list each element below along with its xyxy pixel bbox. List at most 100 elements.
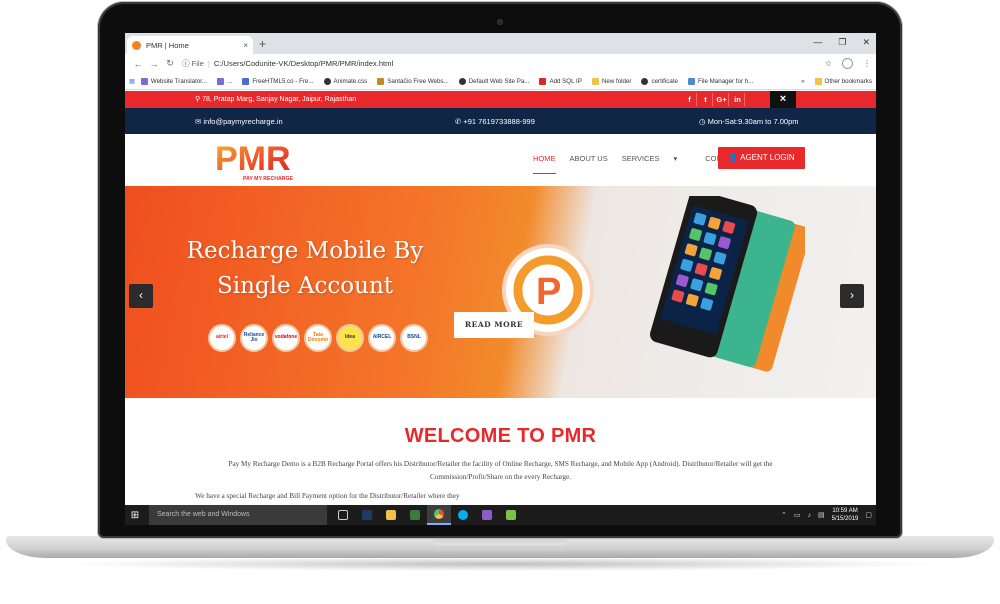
- bookmark-item[interactable]: FreeHTML5.co - Fre...: [242, 77, 314, 85]
- phone-text[interactable]: ✆ +91 7619733888-999: [455, 117, 535, 126]
- pmr-logo[interactable]: PMR PAY MY RECHARGE: [213, 137, 313, 183]
- bookmark-icon: [641, 77, 649, 85]
- back-icon[interactable]: ←: [130, 59, 146, 69]
- hours-text: ◷ Mon-Sat:9.30am to 7.00pm: [699, 117, 799, 126]
- laptop-shadow: [60, 557, 940, 571]
- volume-icon[interactable]: ♪: [808, 512, 812, 519]
- email-text[interactable]: ✉ info@paymyrecharge.in: [195, 117, 283, 126]
- browser-tab[interactable]: PMR | Home ×: [127, 36, 253, 54]
- taskbar-search-input[interactable]: Search the web and Windows: [149, 505, 327, 525]
- photoshop-icon[interactable]: [355, 505, 379, 525]
- operator-docomo-logo: Tata Docomo: [304, 324, 332, 352]
- tab-close-icon[interactable]: ×: [243, 41, 248, 50]
- file-explorer-icon[interactable]: [379, 505, 403, 525]
- bookmark-item[interactable]: Add SQL IP: [539, 77, 582, 85]
- minimize-button[interactable]: —: [813, 37, 822, 48]
- url-separator: |: [207, 59, 210, 68]
- bookmark-item[interactable]: File Manager for h...: [687, 77, 754, 85]
- bookmark-item[interactable]: certificate: [641, 77, 678, 85]
- bookmark-label: Website Translator...: [150, 77, 208, 85]
- linkedin-icon[interactable]: in: [731, 93, 745, 106]
- bookmark-label: Add SQL IP: [549, 77, 582, 85]
- svg-text:P: P: [536, 271, 561, 313]
- bookmark-label: Animate.css: [333, 77, 368, 85]
- taskbar-clock[interactable]: 10:59 AM 5/15/2019: [832, 507, 859, 523]
- forward-icon[interactable]: →: [146, 59, 162, 69]
- slider-prev-button[interactable]: ‹: [129, 284, 153, 308]
- dreamweaver-icon[interactable]: [403, 505, 427, 525]
- close-icon[interactable]: ×: [770, 91, 796, 108]
- twitter-icon[interactable]: t: [699, 93, 713, 106]
- smartphone-illustration: [650, 196, 805, 372]
- nav-home[interactable]: HOME: [533, 154, 556, 174]
- menu-icon[interactable]: ⋮: [863, 59, 871, 68]
- bookmark-item[interactable]: Website Translator...: [140, 77, 208, 85]
- reload-icon[interactable]: ↻: [162, 58, 178, 69]
- notepad-plus-icon[interactable]: [499, 505, 523, 525]
- bookmark-icon: [458, 77, 466, 85]
- favicon-icon: [132, 40, 141, 50]
- new-tab-button[interactable]: +: [259, 37, 266, 51]
- bookmark-label: New folder: [601, 77, 632, 85]
- network-icon[interactable]: ▭: [794, 511, 801, 519]
- apps-icon[interactable]: ▦: [129, 78, 135, 85]
- laptop-frame: PMR | Home × + — ❐ ✕ ← → ↻ ⓘ File | C:/U…: [0, 0, 1000, 604]
- nav-about-us[interactable]: ABOUT US: [570, 154, 608, 174]
- bookmark-icon: [377, 77, 385, 85]
- star-icon[interactable]: ☆: [825, 59, 832, 68]
- bookmark-icon: [242, 77, 250, 85]
- chrome-icon[interactable]: [427, 505, 451, 525]
- notifications-icon[interactable]: ▢: [865, 511, 872, 519]
- caret-down-icon: ▾: [673, 154, 678, 163]
- welcome-section: WELCOME TO PMR Pay My Recharge Demo is a…: [125, 398, 876, 505]
- windows-start-icon[interactable]: ⊞: [125, 510, 145, 521]
- folder-icon: [814, 78, 822, 85]
- skype-icon[interactable]: [451, 505, 475, 525]
- task-view-icon[interactable]: [331, 505, 355, 525]
- logo-letters: PMR: [215, 140, 291, 178]
- bookmark-icon: [217, 77, 225, 85]
- bookmark-label: FreeHTML5.co - Fre...: [252, 77, 314, 85]
- system-tray: ⌃ ▭ ♪ ▤ 10:59 AM 5/15/2019 ▢: [781, 505, 872, 525]
- bookmark-item[interactable]: ...: [217, 77, 233, 85]
- agent-login-button[interactable]: 👤 AGENT LOGIN: [718, 147, 805, 169]
- nav-services[interactable]: SERVICES ▾: [622, 154, 692, 174]
- bookmark-label: Default Web Site Pa...: [468, 77, 530, 85]
- folder-icon: [591, 77, 599, 85]
- other-bookmarks-label: Other bookmarks: [824, 78, 872, 85]
- address-bar[interactable]: ⓘ File | C:/Users/Codunite-VK/Desktop/PM…: [182, 57, 819, 71]
- tray-chevron-icon[interactable]: ⌃: [781, 511, 787, 519]
- google-plus-icon[interactable]: G+: [715, 93, 729, 106]
- close-window-button[interactable]: ✕: [862, 37, 870, 48]
- welcome-text: Pay My Recharge Demo is a B2B Recharge P…: [228, 460, 773, 481]
- visual-studio-icon[interactable]: [475, 505, 499, 525]
- welcome-text-2: We have a special Recharge and Bill Paym…: [195, 492, 460, 500]
- hero-slider: Recharge Mobile By Single Account airtel…: [125, 186, 876, 398]
- other-bookmarks[interactable]: » Other bookmarks: [797, 73, 872, 89]
- bookmark-label: File Manager for h...: [697, 77, 754, 85]
- welcome-title: WELCOME TO PMR: [404, 425, 597, 447]
- operator-aircel-logo: AIRCEL: [368, 324, 396, 352]
- bookmark-item[interactable]: Animate.css: [323, 77, 368, 85]
- bookmark-item[interactable]: New folder: [591, 77, 632, 85]
- read-more-button[interactable]: READ MORE: [454, 312, 534, 338]
- bookmark-item[interactable]: Default Web Site Pa...: [458, 77, 530, 85]
- taskbar-apps: [331, 505, 523, 525]
- profile-avatar-icon[interactable]: [842, 58, 853, 69]
- bookmarks-more-icon[interactable]: »: [801, 78, 804, 85]
- maximize-button[interactable]: ❐: [838, 37, 846, 48]
- hero-title: Recharge Mobile By Single Account: [186, 238, 424, 299]
- facebook-icon[interactable]: f: [683, 93, 697, 106]
- bookmark-label: SantaGo Free Webs...: [387, 77, 449, 85]
- toolbar-actions: ☆ ⋮: [825, 58, 871, 69]
- url-text: C:/Users/Codunite-VK/Desktop/PMR/PMR/ind…: [213, 59, 394, 68]
- browser-toolbar: ← → ↻ ⓘ File | C:/Users/Codunite-VK/Desk…: [125, 54, 876, 73]
- slider-next-button[interactable]: ›: [840, 284, 864, 308]
- info-icon[interactable]: ⓘ: [182, 58, 190, 69]
- window-controls: — ❐ ✕: [813, 37, 870, 48]
- clock-icon: ◷: [699, 117, 708, 126]
- bookmark-icon: [323, 77, 331, 85]
- chat-icon[interactable]: ▤: [818, 511, 825, 519]
- bookmark-label: ...: [227, 77, 233, 85]
- bookmark-item[interactable]: SantaGo Free Webs...: [377, 77, 449, 85]
